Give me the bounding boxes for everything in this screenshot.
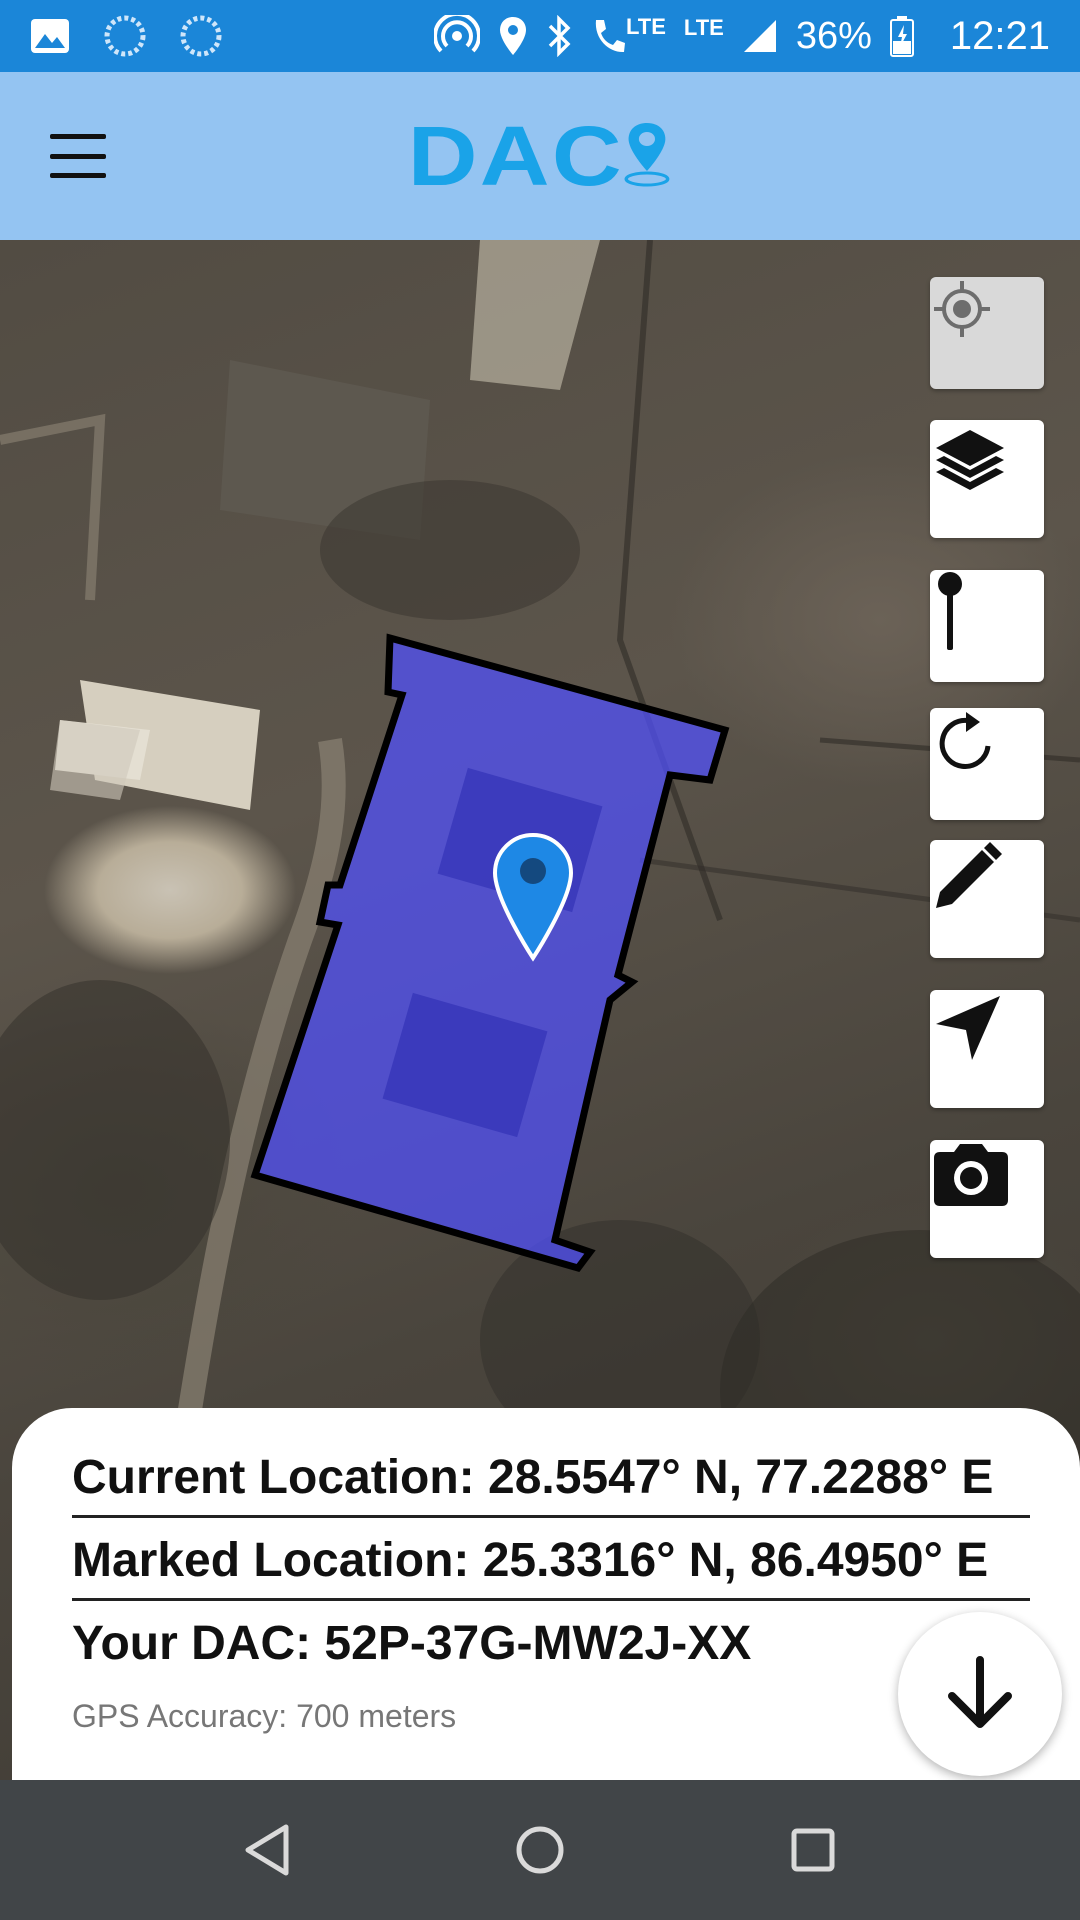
navigation-arrow-icon (936, 996, 1000, 1060)
arrow-down-icon (948, 1656, 1012, 1728)
marked-area-polygon[interactable] (250, 633, 730, 1273)
bluetooth-icon (546, 15, 572, 57)
loading-icon (180, 15, 222, 57)
battery-percent: 36% (795, 14, 872, 57)
camera-icon (934, 1144, 1008, 1206)
pin-icon (938, 572, 962, 650)
home-icon (516, 1826, 564, 1874)
gps-accuracy: GPS Accuracy: 700 meters (72, 1698, 457, 1734)
home-button[interactable] (500, 1810, 580, 1890)
layers-button[interactable] (930, 420, 1044, 538)
marked-location: Marked Location: 25.3316° N, 86.4950° E (72, 1533, 1030, 1601)
lte-call-icon: LTE (590, 14, 666, 56)
signal-icon (742, 18, 778, 54)
app-header: DAC (0, 72, 1080, 240)
system-nav-bar (0, 1780, 1080, 1920)
camera-button[interactable] (930, 1140, 1044, 1258)
app-logo: DAC (408, 108, 673, 205)
recents-button[interactable] (773, 1810, 853, 1890)
logo-text: DAC (407, 108, 624, 203)
current-location: Current Location: 28.5547° N, 77.2288° E (72, 1450, 1030, 1518)
gallery-icon (30, 18, 70, 54)
navigate-button[interactable] (930, 990, 1044, 1108)
pencil-icon (936, 842, 1002, 908)
menu-button[interactable] (50, 134, 106, 178)
refresh-button[interactable] (930, 708, 1044, 820)
logo-pin-icon (624, 123, 670, 187)
your-dac: Your DAC: 52P-37G-MW2J-XX (72, 1617, 752, 1670)
hotspot-icon (433, 15, 480, 57)
location-icon (498, 15, 528, 57)
clock: 12:21 (949, 13, 1050, 58)
pin-button[interactable] (930, 570, 1044, 682)
loading-icon (104, 15, 146, 57)
recents-icon (791, 1828, 835, 1872)
refresh-icon (939, 712, 991, 769)
lte-label: LTE (683, 15, 724, 40)
my-location-button[interactable] (930, 277, 1044, 389)
menu-icon (50, 134, 106, 139)
status-bar: LTE LTE 36% 12:21 (0, 0, 1080, 72)
download-button[interactable] (898, 1612, 1062, 1776)
layers-icon (936, 430, 1004, 490)
back-icon (245, 1824, 289, 1876)
my-location-icon (934, 281, 990, 337)
battery-icon (889, 15, 914, 57)
draw-button[interactable] (930, 840, 1044, 958)
back-button[interactable] (227, 1810, 307, 1890)
